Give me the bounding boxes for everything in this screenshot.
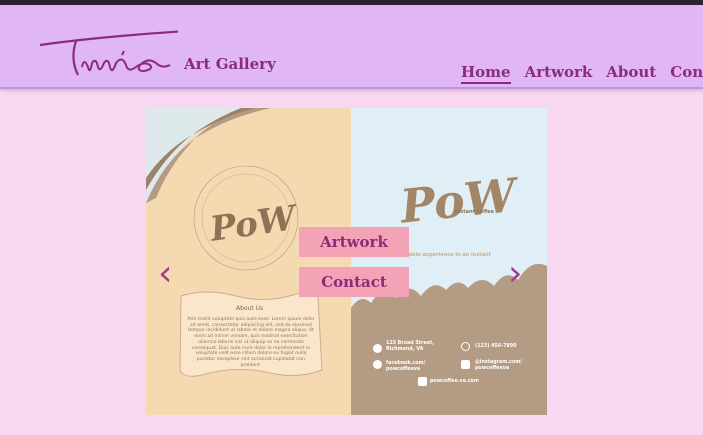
instagram-icon (461, 360, 470, 369)
globe-icon (418, 377, 427, 386)
facebook: facebook.com/ powcoffeeva (386, 361, 426, 372)
facebook-icon (373, 360, 382, 369)
prev-arrow-icon[interactable]: ‹ (158, 256, 172, 292)
phone-icon (461, 342, 470, 351)
address: 123 Broad Street, Richmond, VA (386, 341, 435, 352)
about-title: About Us (236, 305, 264, 312)
main-nav: Home Artwork About Contact (461, 63, 703, 84)
nav-artwork[interactable]: Artwork (525, 63, 593, 84)
slideshow-image: PoW PoW About Us Ami mollit voluptate qu… (146, 108, 547, 415)
about-body: Ami mollit voluptate quis aute esse. Lor… (187, 317, 315, 368)
artwork-button[interactable]: Artwork (299, 227, 409, 257)
site-header: Art Gallery Home Artwork About Contact (0, 5, 703, 89)
website: powcoffee.va.com (430, 379, 479, 384)
brand-name: Art Gallery (184, 55, 276, 73)
nav-home[interactable]: Home (461, 63, 511, 84)
next-arrow-icon[interactable]: › (508, 256, 522, 292)
nav-about[interactable]: About (606, 63, 656, 84)
instagram: @instagram.com/ powcoffeeva (475, 360, 522, 371)
time-logo[interactable] (36, 23, 178, 81)
location-icon (373, 344, 382, 353)
contact-button[interactable]: Contact (299, 267, 409, 297)
right-logo-sub: instant coffee (455, 209, 494, 215)
phone: (123) 456-7890 (475, 344, 517, 349)
nav-contact[interactable]: Contact (670, 63, 703, 84)
